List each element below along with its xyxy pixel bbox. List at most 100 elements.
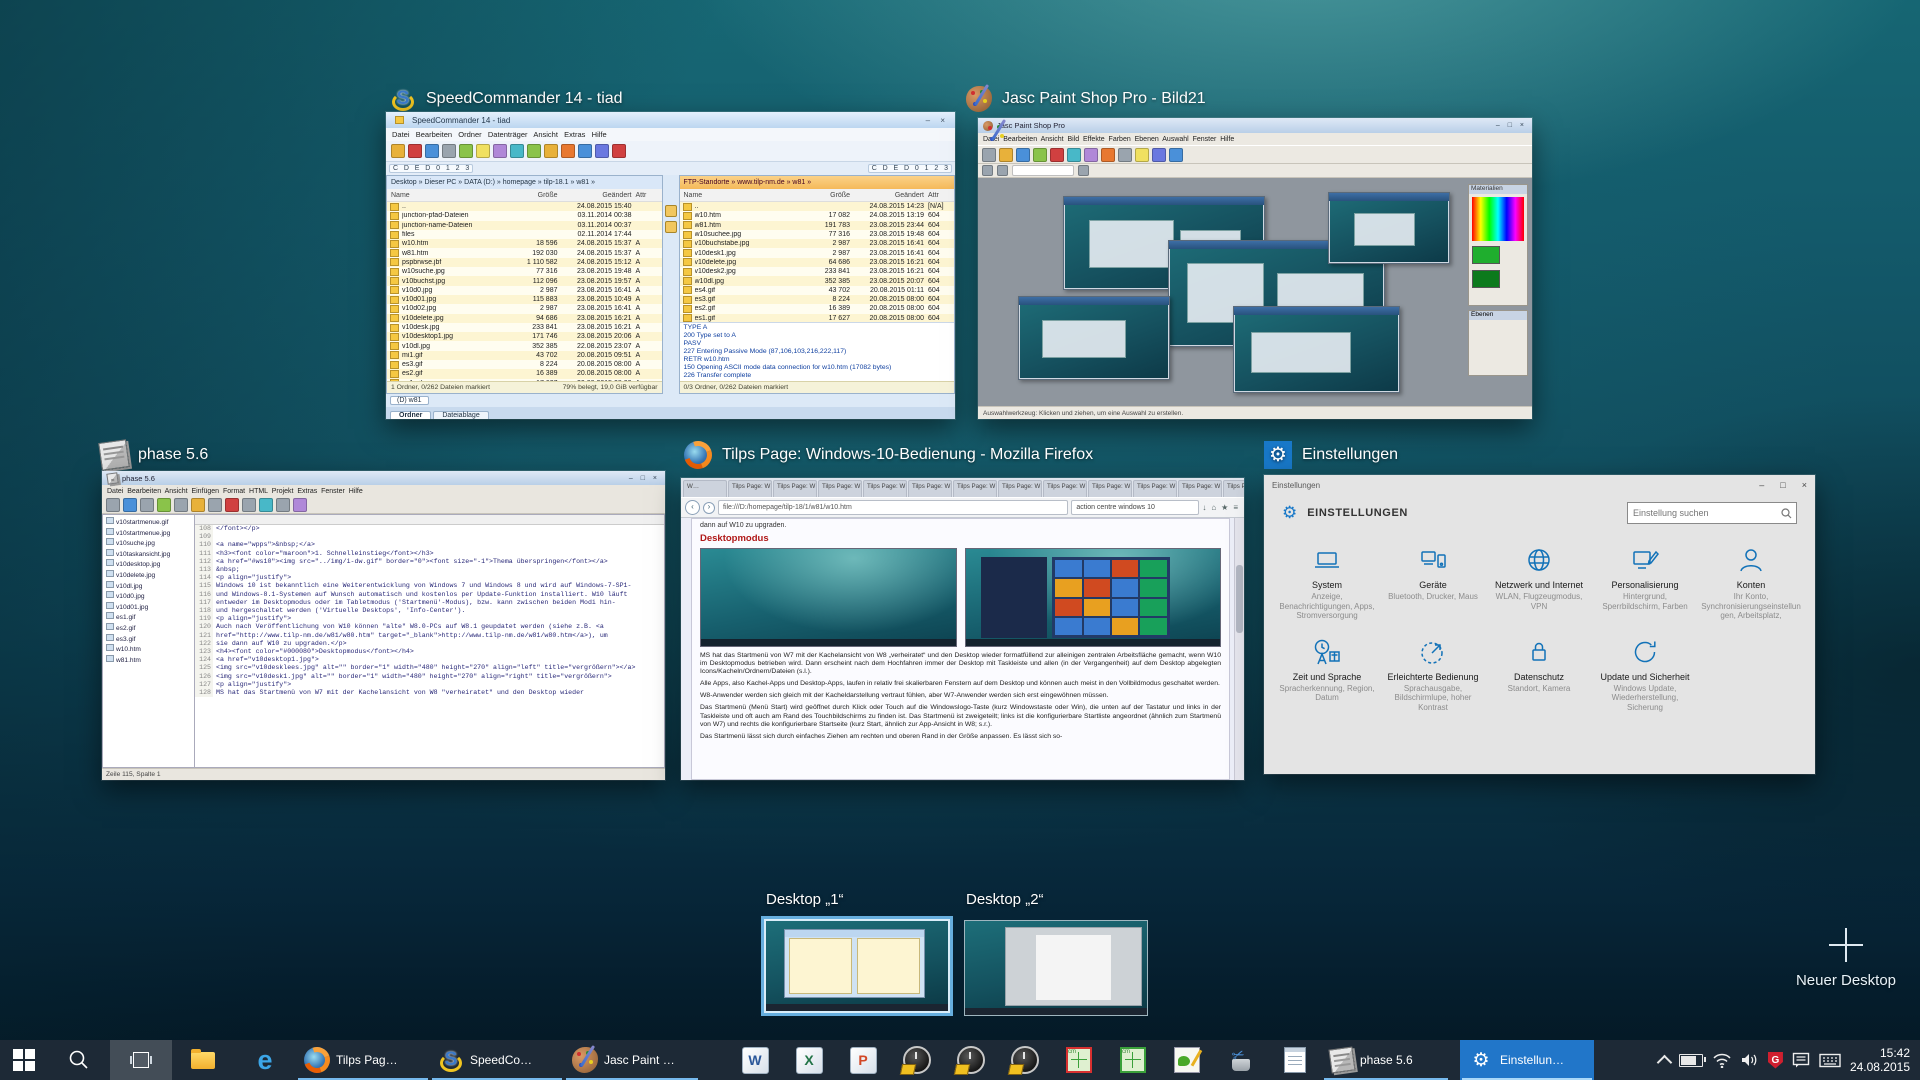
psp-child-window[interactable]	[1233, 306, 1400, 393]
column-name[interactable]: Name	[680, 192, 799, 199]
toolbar-icon[interactable]	[1101, 148, 1115, 162]
toolbar-icon[interactable]	[510, 144, 524, 158]
column-attr[interactable]: Attr	[636, 192, 662, 199]
window-label-psp[interactable]: Jasc Paint Shop Pro - Bild21	[966, 84, 1206, 114]
tray-chevron-icon[interactable]	[1657, 1054, 1673, 1070]
screenshot-desktop-image[interactable]	[700, 548, 957, 647]
toolbar-icon[interactable]	[208, 498, 222, 512]
file-row[interactable]: w10dl.jpg 352 385 23.08.2015 20:07 604	[680, 276, 955, 285]
task-view-button[interactable]	[110, 1040, 172, 1080]
column-headers[interactable]: Name Größe Geändert Attr	[680, 189, 955, 202]
psp-toolbar[interactable]	[978, 145, 1532, 164]
toolbar-icon[interactable]	[493, 144, 507, 158]
psp-menubar[interactable]: Datei Bearbeiten Ansicht Bild Effekte Fa…	[978, 133, 1532, 145]
phase-menubar[interactable]: Datei Bearbeiten Ansicht Einfügen Format…	[102, 485, 665, 497]
gdata-shield-icon[interactable]: G	[1768, 1052, 1783, 1069]
file-explorer-button[interactable]	[172, 1040, 234, 1080]
browser-tab[interactable]: Tilps Page: W…	[773, 480, 817, 497]
scrollbar[interactable]	[1234, 518, 1244, 780]
browser-tab[interactable]: Tilps Page: W…	[1088, 480, 1132, 497]
edge-button[interactable]: e	[234, 1040, 296, 1080]
file-row[interactable]: v10dl.jpg 352 385 22.08.2015 23:07 A	[387, 341, 662, 350]
taskbar-app-speedcommander[interactable]: S SpeedCo…	[430, 1040, 564, 1080]
browser-tab[interactable]: Tilps Page: W…	[953, 480, 997, 497]
column-headers[interactable]: Name Größe Geändert Attr	[387, 189, 662, 202]
wifi-icon[interactable]	[1712, 1052, 1732, 1068]
toolbar-icon[interactable]	[106, 498, 120, 512]
file-row[interactable]: .. 24.08.2015 15:40	[387, 202, 662, 211]
toolbar-icon[interactable]	[476, 144, 490, 158]
taskbar-icon-cm-green[interactable]: cm	[1106, 1040, 1160, 1080]
toolbar-icon[interactable]	[982, 165, 993, 176]
file-row[interactable]: w81.htm 192 030 24.08.2015 15:37 A	[387, 248, 662, 257]
phase-toolbar[interactable]	[102, 497, 665, 514]
taskbar-icon-chameleon[interactable]	[1160, 1040, 1214, 1080]
tree-item[interactable]: v10suche.jpg	[106, 538, 194, 549]
speedcommander-right-pane[interactable]: FTP-Standorte » www.tilp-nm.de » w81 » N…	[679, 175, 956, 394]
window-thumbnail-psp[interactable]: Jasc Paint Shop Pro – □ × Datei Bearbeit…	[978, 118, 1532, 419]
psp-layers-panel[interactable]: Ebenen	[1468, 310, 1528, 376]
speedcommander-left-pane[interactable]: Desktop » Dieser PC » DATA (D:) » homepa…	[386, 175, 663, 394]
phase-file-tree[interactable]: v10startmenue.gifv10startmenue.jpgv10suc…	[102, 514, 195, 768]
minimize-button[interactable]: –	[1759, 480, 1764, 490]
toolbar-icon[interactable]	[191, 498, 205, 512]
toolbar-icon[interactable]	[982, 148, 996, 162]
file-row[interactable]: w10suchee.jpg 77 316 23.08.2015 19:48 60…	[680, 230, 955, 239]
toolbar-dropdown[interactable]	[1012, 165, 1074, 176]
start-button[interactable]	[0, 1040, 48, 1080]
window-label-settings[interactable]: ⚙ Einstellungen	[1264, 440, 1398, 470]
window-label-speedcommander[interactable]: S SpeedCommander 14 - tiad	[390, 84, 623, 114]
toolbar-icon[interactable]	[1067, 148, 1081, 162]
taskbar-icon-powerpoint[interactable]: P	[836, 1040, 890, 1080]
new-desktop-button[interactable]: Neuer Desktop	[1786, 928, 1906, 989]
toolbar-icon[interactable]	[157, 498, 171, 512]
search-field[interactable]: action centre windows 10	[1071, 500, 1199, 515]
screenshot-startmenu-image[interactable]	[965, 548, 1222, 647]
file-row[interactable]: junction-name-Dateien 03.11.2014 00:37	[387, 221, 662, 230]
toolbar-icon[interactable]	[1084, 148, 1098, 162]
window-controls[interactable]: – □ ×	[629, 475, 660, 482]
tree-item[interactable]: v10d01.jpg	[106, 602, 194, 613]
firefox-page-body[interactable]: dann auf W10 zu upgraden. Desktopmodus M…	[681, 518, 1244, 780]
desktop2-thumbnail[interactable]	[964, 920, 1148, 1016]
taskbar-icon-scissors[interactable]: ✂	[1214, 1040, 1268, 1080]
color-picker[interactable]	[1472, 197, 1524, 241]
browser-tab[interactable]: W…	[683, 480, 727, 497]
taskbar-app-psp[interactable]: Jasc Paint …	[564, 1040, 700, 1080]
settings-tile-geraete[interactable]: GeräteBluetooth, Drucker, Maus	[1381, 539, 1485, 621]
desktop2-label[interactable]: Desktop „2“	[966, 891, 1044, 908]
file-row[interactable]: es2.gif 16 389 20.08.2015 08:00 604	[680, 304, 955, 313]
browser-tab[interactable]: Tilps Page: W…	[728, 480, 772, 497]
browser-tab[interactable]: Tilps Page: W…	[1043, 480, 1087, 497]
tree-item[interactable]: es1.gif	[106, 612, 194, 623]
file-row[interactable]: v10d02.jpg 2 987 23.08.2015 16:41 A	[387, 304, 662, 313]
toolbar-icon[interactable]	[612, 144, 626, 158]
speedcommander-toolbar[interactable]	[386, 141, 955, 162]
pane-divider-buttons[interactable]	[663, 175, 679, 394]
toolbar-icon[interactable]	[999, 148, 1013, 162]
taskbar-icon-clock-app-1[interactable]	[890, 1040, 944, 1080]
file-row[interactable]: v10desk.jpg 233 841 23.08.2015 16:21 A	[387, 323, 662, 332]
tree-item[interactable]: es3.gif	[106, 634, 194, 645]
download-icon[interactable]: ↓	[1202, 503, 1208, 512]
taskbar-app-firefox[interactable]: Tilps Pag…	[296, 1040, 430, 1080]
menu-hamburger-icon[interactable]: ≡	[1233, 503, 1240, 512]
psp-materials-panel[interactable]: Materialien	[1468, 184, 1528, 306]
firefox-nav-bar[interactable]: ‹ › file:///D:/homepage/tilp-18/1/w81/w1…	[681, 497, 1244, 518]
window-thumbnail-phase[interactable]: phase 5.6 – □ × Datei Bearbeiten Ansicht…	[102, 471, 665, 780]
psp-tool-options-bar[interactable]	[978, 164, 1532, 178]
toolbar-icon[interactable]	[408, 144, 422, 158]
menu-items[interactable]: Datei Bearbeiten Ordner Datenträger Ansi…	[392, 130, 607, 139]
file-row[interactable]: es3.gif 8 224 20.08.2015 08:00 604	[680, 295, 955, 304]
column-attr[interactable]: Attr	[928, 192, 954, 199]
tree-item[interactable]: v10startmenue.jpg	[106, 528, 194, 539]
toolbar-icon[interactable]	[561, 144, 575, 158]
toolbar-icon[interactable]	[459, 144, 473, 158]
column-date[interactable]: Geändert	[558, 192, 636, 199]
toolbar-icon[interactable]	[225, 498, 239, 512]
toolbar-icon[interactable]	[1152, 148, 1166, 162]
file-row[interactable]: v10delete.jpg 64 686 23.08.2015 16:21 60…	[680, 258, 955, 267]
window-thumbnail-firefox[interactable]: W…Tilps Page: W…Tilps Page: W…Tilps Page…	[681, 478, 1244, 780]
tree-item[interactable]: v10desktop.jpg	[106, 559, 194, 570]
speaker-icon[interactable]	[1741, 1052, 1759, 1068]
